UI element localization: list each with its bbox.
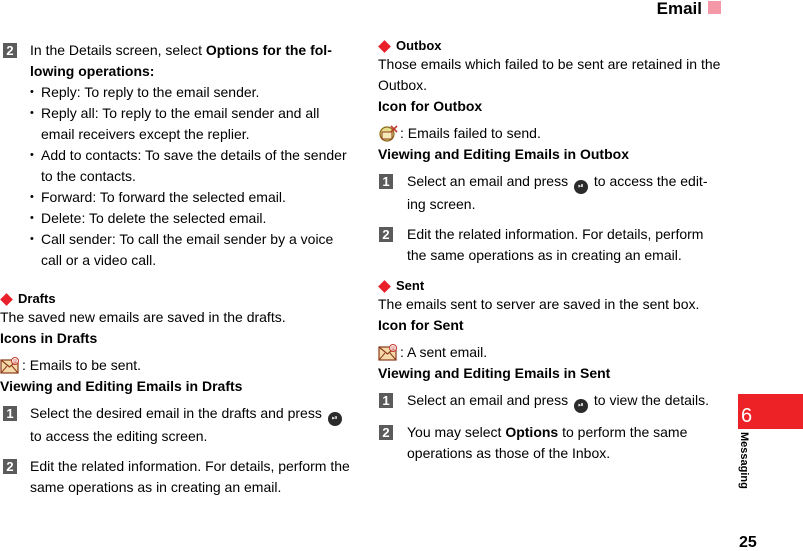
sent-description: The emails sent to server are saved in t… [378,296,700,312]
chapter-number: 6 [741,405,753,427]
step-number-badge: 1 [3,406,17,421]
outbox-heading: Outbox [378,38,723,54]
diamond-bullet-icon [378,39,391,53]
step-number-badge: 1 [379,174,393,189]
drafts-description: The saved new emails are saved in the dr… [0,309,286,325]
outbox-icons-heading: Icon for Outbox [378,98,483,114]
options-list: Reply: To reply to the email sender. Rep… [0,82,355,271]
header-accent-mark [708,1,721,14]
drafts-step-1: 1 Select the desired email in the drafts… [0,403,355,447]
chapter-label: Messaging [738,432,750,489]
step-number-badge: 2 [379,425,393,440]
ok-key-icon: ⏯ [573,180,588,194]
drafts-heading: Drafts [0,291,355,307]
outbox-step-2: 2 Edit the related information. For deta… [378,224,723,266]
left-column: 2 In the Details screen, select Options … [0,40,355,498]
draft-email-icon: @ [0,357,20,374]
step-number-badge: 2 [3,459,17,474]
sent-heading: Sent [378,278,723,294]
diamond-bullet-icon [378,279,391,293]
drafts-icon-text: : Emails to be sent. [22,357,142,373]
failed-email-icon [378,125,398,142]
list-item: Call sender: To call the email sender by… [30,229,355,271]
drafts-viewing-heading: Viewing and Editing Emails in Drafts [0,378,243,394]
drafts-icons-heading: Icons in Drafts [0,330,98,346]
sent-step-1: 1 Select an email and press ⏯ to view th… [378,390,723,413]
svg-text:@: @ [13,359,18,365]
page-header-title: Email [656,0,702,18]
outbox-icon-row: : Emails failed to send. [378,123,723,144]
page-number: 25 [739,534,757,551]
list-item: Delete: To delete the selected email. [30,208,355,229]
sent-email-icon: @ [378,344,398,361]
ok-key-icon: ⏯ [327,412,342,426]
sent-icon-text: : A sent email. [400,344,488,360]
sent-icon-row: @ : A sent email. [378,342,723,363]
drafts-icon-row: @ : Emails to be sent. [0,355,355,376]
outbox-viewing-heading: Viewing and Editing Emails in Outbox [378,146,629,162]
outbox-step-1: 1 Select an email and press ⏯ to access … [378,171,723,215]
step-number-badge: 2 [379,227,393,242]
step-number-badge: 2 [3,43,17,58]
sent-viewing-heading: Viewing and Editing Emails in Sent [378,365,611,381]
right-column: Outbox Those emails which failed to be s… [378,38,723,464]
diamond-bullet-icon [0,292,13,306]
drafts-step-2: 2 Edit the related information. For deta… [0,456,355,498]
step-number-badge: 1 [379,393,393,408]
list-item: Reply all: To reply to the email sender … [30,103,355,145]
list-item: Reply: To reply to the email sender. [30,82,355,103]
list-item: Add to contacts: To save the details of … [30,145,355,187]
svg-text:@: @ [391,346,396,352]
sent-icons-heading: Icon for Sent [378,317,464,333]
ok-key-icon: ⏯ [573,399,588,413]
step-text: In the Details screen, select [30,42,206,58]
sent-step-2: 2 You may select Options to perform the … [378,422,723,464]
outbox-icon-text: : Emails failed to send. [400,125,541,141]
outbox-description: Those emails which failed to be sent are… [378,56,721,93]
list-item: Forward: To forward the selected email. [30,187,355,208]
options-step: 2 In the Details screen, select Options … [0,40,355,82]
